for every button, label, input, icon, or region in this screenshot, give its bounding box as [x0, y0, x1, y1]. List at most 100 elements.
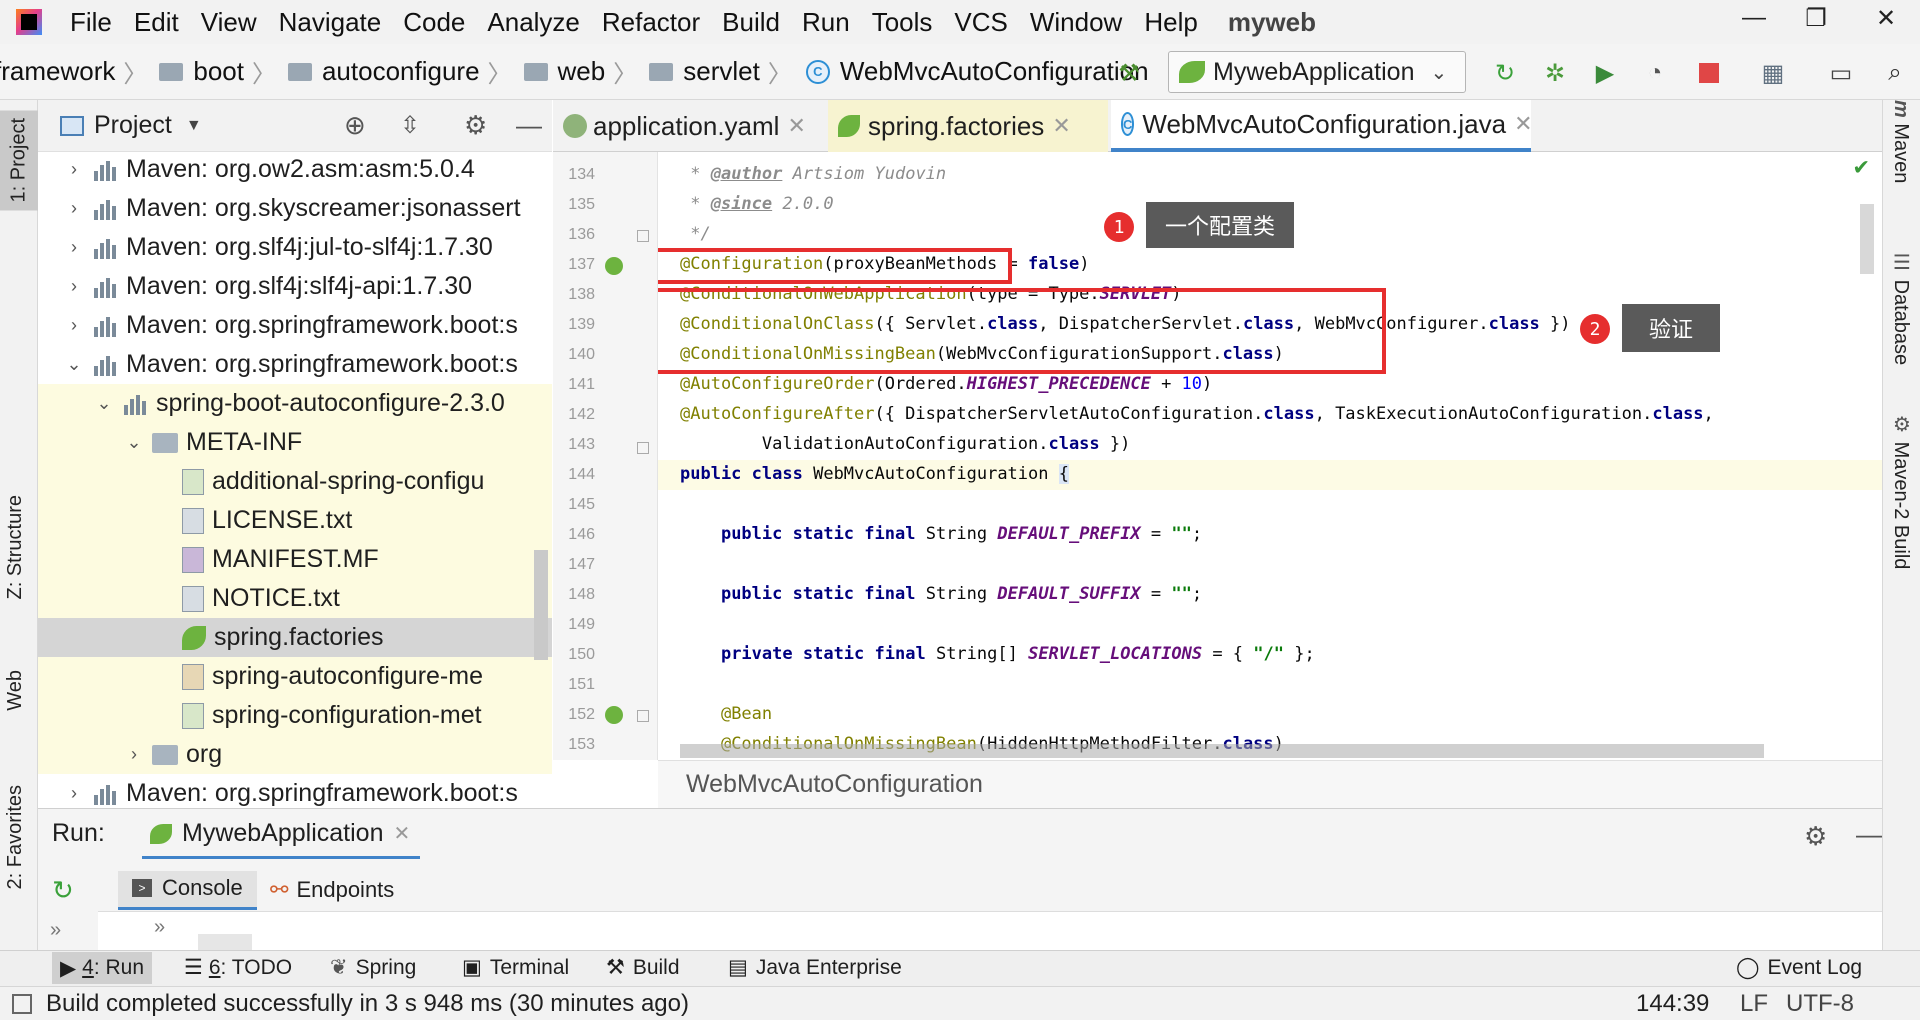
menu-code[interactable]: Code — [403, 7, 465, 38]
close-icon[interactable]: ✕ — [1514, 111, 1532, 137]
tool-tab-spring[interactable]: ❦ Spring — [330, 955, 416, 980]
tree-row[interactable]: › Maven: org.slf4j:slf4j-api:1.7.30 — [38, 267, 552, 306]
vertical-scrollbar[interactable] — [1860, 204, 1874, 274]
tree-row[interactable]: spring-autoconfigure-me — [38, 657, 552, 696]
status-message[interactable]: Build completed successfully in 3 s 948 … — [46, 990, 689, 1018]
tab-spring-factories[interactable]: spring.factories ✕ — [828, 100, 1108, 152]
breadcrumb-servlet[interactable]: servlet 〉 — [641, 54, 796, 89]
tree-row[interactable]: › Maven: org.slf4j:jul-to-slf4j:1.7.30 — [38, 228, 552, 267]
tree-row[interactable]: LICENSE.txt — [38, 501, 552, 540]
chevron-right-icon[interactable]: › — [64, 276, 84, 297]
collapse-all-icon[interactable]: ⇳ — [400, 111, 420, 140]
tool-tab-build[interactable]: ⚒ Build — [606, 955, 680, 980]
hide-panel-icon[interactable]: — — [1856, 819, 1882, 850]
tree-row[interactable]: ⌄ META-INF — [38, 423, 552, 462]
tree-row[interactable]: ⌄ spring-boot-autoconfigure-2.3.0 — [38, 384, 552, 423]
menu-view[interactable]: View — [201, 7, 257, 38]
tool-tab-todo[interactable]: ☰ 6: TODO — [184, 955, 292, 980]
chevron-right-icon[interactable]: › — [64, 237, 84, 258]
tree-row[interactable]: spring.factories — [38, 618, 552, 657]
console-output[interactable]: » — [98, 911, 1882, 952]
project-structure-icon[interactable]: ▦ — [1758, 58, 1788, 88]
file-encoding[interactable]: UTF-8 — [1786, 990, 1854, 1018]
gear-icon[interactable]: ⚙ — [464, 110, 487, 141]
fold-icon[interactable] — [637, 710, 649, 722]
breadcrumb-autoconfigure[interactable]: autoconfigure 〉 — [280, 54, 516, 89]
tool-tab-maven2-build[interactable]: ⚙ Maven-2 Build — [1889, 412, 1913, 569]
chevron-right-icon[interactable]: › — [64, 315, 84, 336]
restore-icon[interactable]: ❐ — [1796, 4, 1836, 33]
chevron-down-icon[interactable]: ⌄ — [64, 354, 84, 375]
bean-gutter-icon[interactable] — [605, 706, 623, 724]
menu-window[interactable]: Window — [1030, 7, 1122, 38]
tool-tab-project[interactable]: 1: Project — [0, 110, 38, 211]
run-with-coverage-icon[interactable]: ▶ — [1590, 58, 1620, 88]
locate-target-icon[interactable]: ⊕ — [344, 110, 366, 141]
tool-tab-web[interactable]: Web — [4, 670, 27, 711]
menu-run[interactable]: Run — [802, 7, 850, 38]
tree-row[interactable]: spring-configuration-met — [38, 696, 552, 735]
code-breadcrumb[interactable]: WebMvcAutoConfiguration — [658, 760, 1882, 808]
run-configuration-select[interactable]: MywebApplication ⌄ — [1168, 51, 1466, 93]
close-window-icon[interactable]: ✕ — [1866, 4, 1906, 33]
status-panel-icon[interactable] — [12, 993, 32, 1014]
tree-row[interactable]: additional-spring-configu — [38, 462, 552, 501]
tree-row[interactable]: › Maven: org.ow2.asm:asm:5.0.4 — [38, 152, 552, 189]
tool-tab-maven[interactable]: m Maven — [1889, 100, 1912, 183]
fold-icon[interactable] — [637, 442, 649, 454]
tool-tab-structure[interactable]: Z: Structure — [4, 495, 27, 599]
chevron-double-right-icon[interactable]: » — [154, 916, 165, 939]
caret-position[interactable]: 144:39 — [1636, 990, 1709, 1018]
tool-tab-event-log[interactable]: ◯ Event Log — [1736, 955, 1862, 980]
breadcrumb-web[interactable]: web 〉 — [516, 54, 642, 89]
menu-navigate[interactable]: Navigate — [279, 7, 382, 38]
project-panel-title[interactable]: Project — [94, 111, 172, 140]
chevron-right-icon[interactable]: › — [124, 744, 144, 765]
menu-refactor[interactable]: Refactor — [602, 7, 700, 38]
close-icon[interactable]: ✕ — [1052, 113, 1070, 139]
tree-row[interactable]: › Maven: org.springframework.boot:s — [38, 774, 552, 808]
close-icon[interactable]: ✕ — [787, 113, 805, 139]
rerun-icon[interactable]: ↻ — [52, 875, 74, 906]
chevron-down-icon[interactable]: ⌄ — [94, 393, 114, 414]
tab-application-yaml[interactable]: application.yaml ✕ — [553, 100, 816, 152]
stop-icon[interactable] — [1694, 58, 1724, 88]
line-separator[interactable]: LF — [1740, 990, 1768, 1018]
menu-edit[interactable]: Edit — [134, 7, 179, 38]
code-editor[interactable]: * @author Artsiom Yudovin * @since 2.0.0… — [658, 152, 1882, 760]
breadcrumb-current-class[interactable]: C WebMvcAutoConfiguration — [796, 56, 1149, 87]
minimize-icon[interactable]: — — [1734, 4, 1774, 32]
tree-row[interactable]: › org — [38, 735, 552, 774]
debug-bug-icon[interactable]: ✲ — [1540, 58, 1570, 88]
tree-row[interactable]: › Maven: org.springframework.boot:s — [38, 306, 552, 345]
chevron-down-icon[interactable]: ▼ — [186, 117, 202, 135]
build-hammer-icon[interactable]: ⚒ — [1114, 58, 1144, 88]
tool-tab-java-enterprise[interactable]: ▤ Java Enterprise — [728, 955, 902, 980]
menu-build[interactable]: Build — [722, 7, 780, 38]
close-icon[interactable]: ✕ — [394, 821, 411, 846]
menu-tools[interactable]: Tools — [872, 7, 933, 38]
tree-scrollbar[interactable] — [534, 550, 548, 660]
hide-panel-icon[interactable]: — — [516, 110, 542, 141]
tool-tab-terminal[interactable]: ▣ Terminal — [462, 955, 569, 980]
menu-analyze[interactable]: Analyze — [487, 7, 580, 38]
breadcrumb-framework[interactable]: framework 〉 — [0, 54, 151, 89]
chevron-double-right-icon[interactable]: » — [50, 919, 61, 942]
tool-tab-run[interactable]: ▶ 4: Run — [52, 952, 153, 984]
tree-row[interactable]: ⌄ Maven: org.springframework.boot:s — [38, 345, 552, 384]
chevron-right-icon[interactable]: › — [64, 198, 84, 219]
tree-row[interactable]: › Maven: org.skyscreamer:jsonassert — [38, 189, 552, 228]
chevron-down-icon[interactable]: ⌄ — [124, 432, 144, 453]
tree-row[interactable]: MANIFEST.MF — [38, 540, 552, 579]
tree-row[interactable]: NOTICE.txt — [38, 579, 552, 618]
rerun-icon[interactable]: ↻ — [1490, 58, 1520, 88]
gear-icon[interactable]: ⚙ — [1804, 821, 1827, 852]
run-tab-mywebapplication[interactable]: MywebApplication ✕ — [142, 819, 421, 859]
chevron-right-icon[interactable]: › — [64, 159, 84, 180]
presentation-icon[interactable]: ▭ — [1826, 58, 1856, 88]
profiler-icon[interactable]: ◔ — [1640, 58, 1670, 88]
console-tab[interactable]: > Console — [118, 871, 257, 910]
endpoints-tab[interactable]: ⚯ Endpoints — [270, 877, 394, 903]
tab-webmvcautoconfiguration[interactable]: C WebMvcAutoConfiguration.java ✕ — [1111, 100, 1533, 152]
horizontal-scrollbar[interactable] — [680, 744, 1764, 758]
